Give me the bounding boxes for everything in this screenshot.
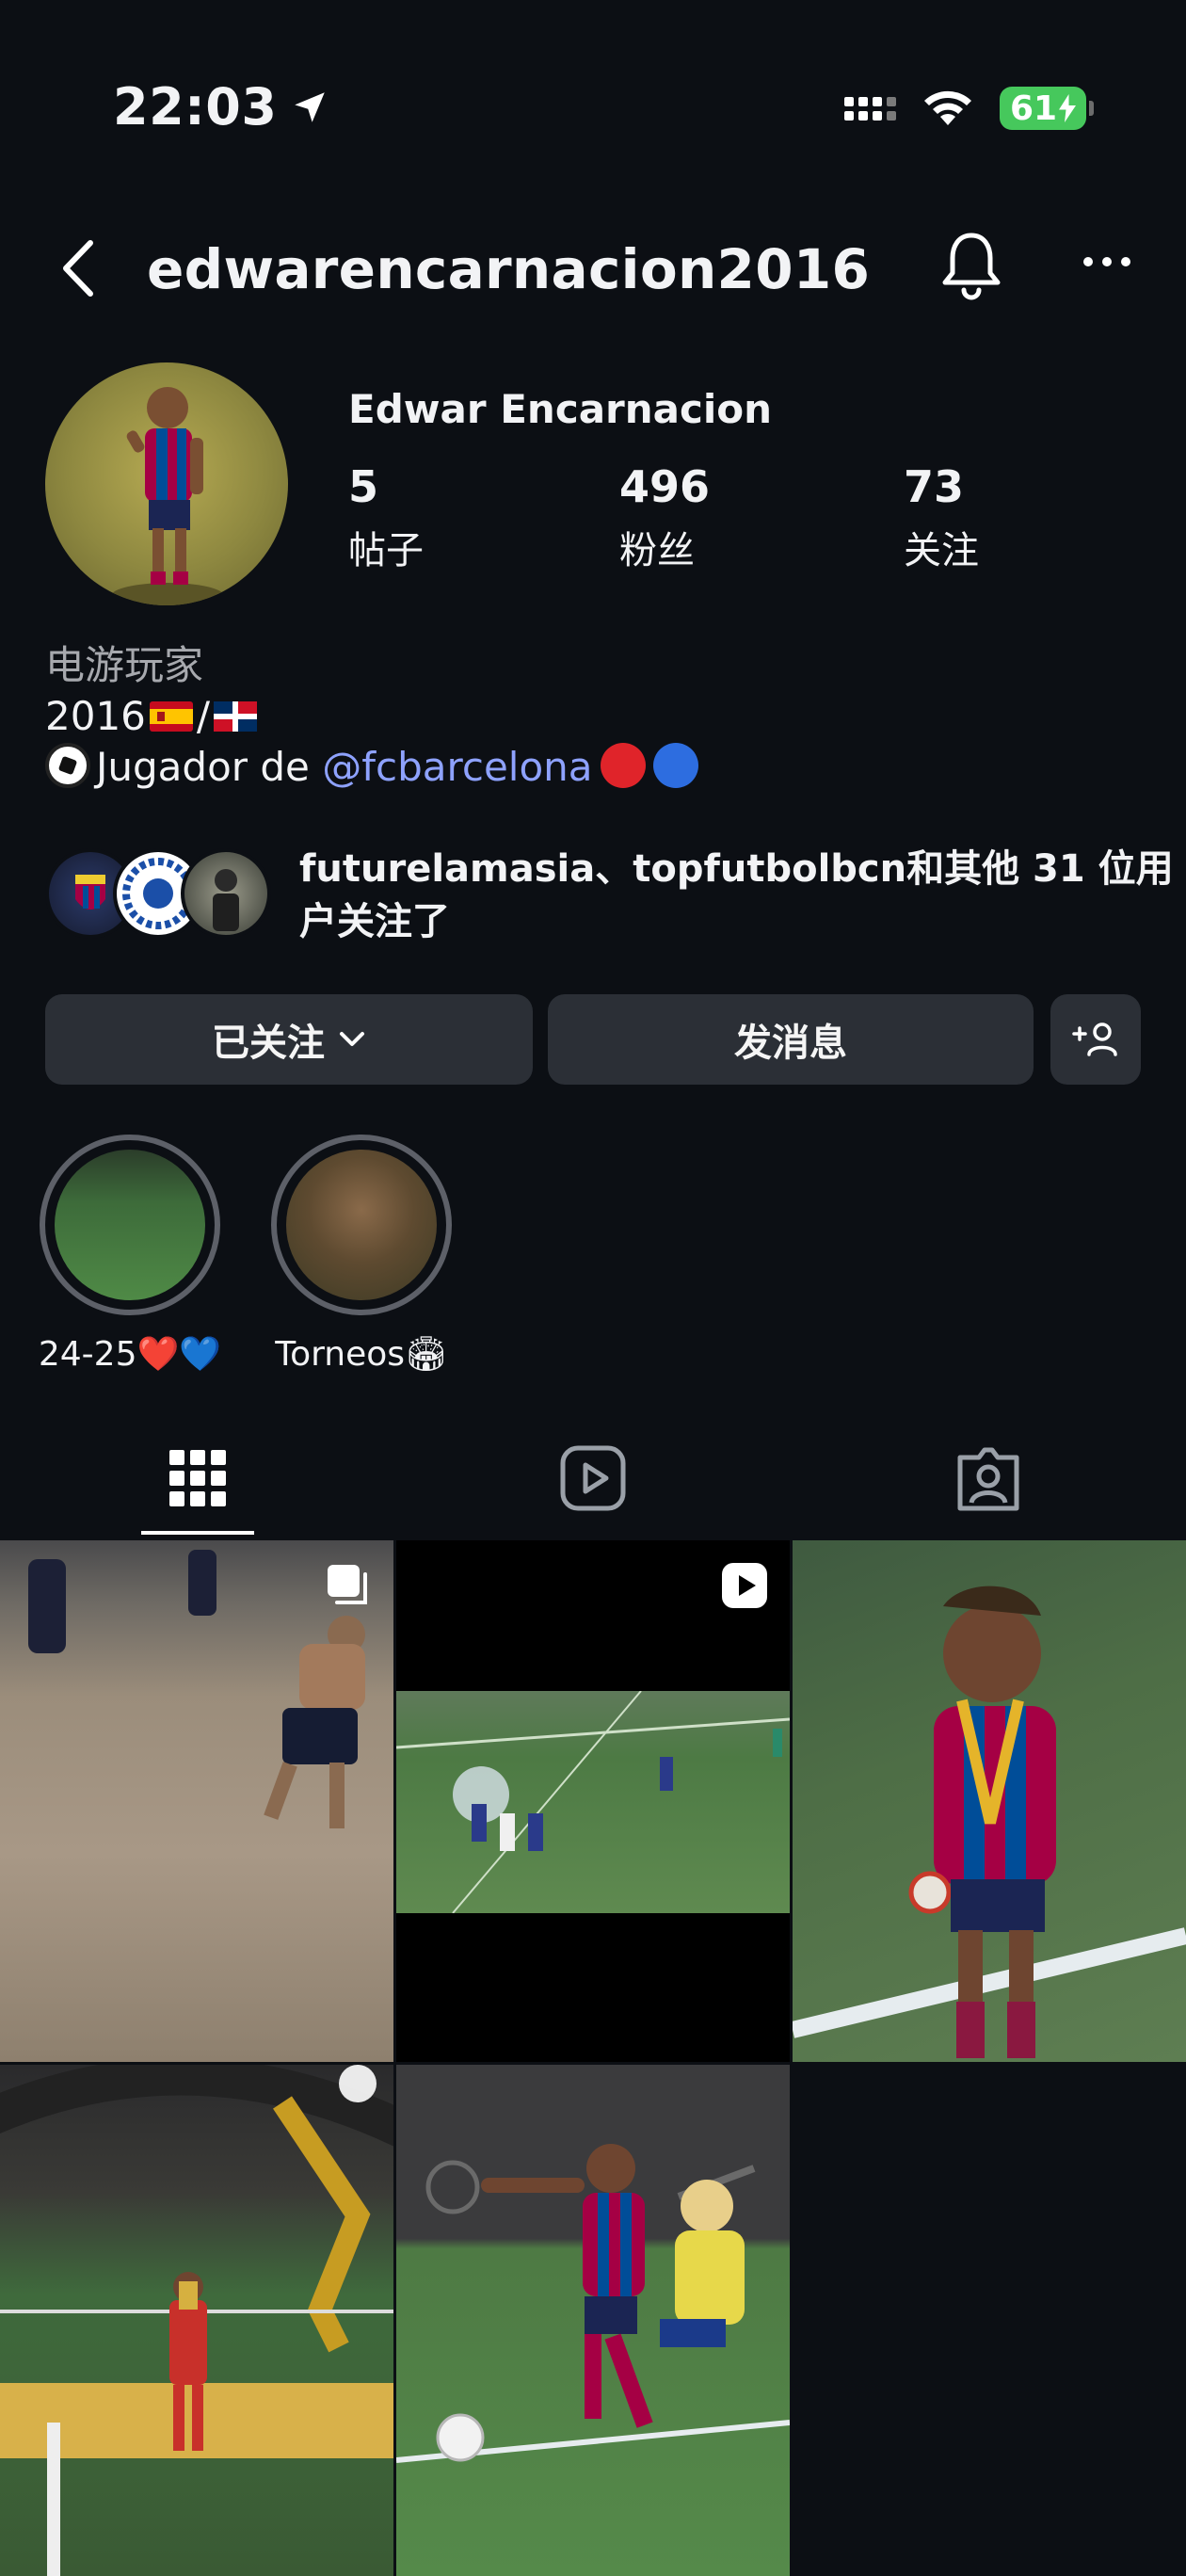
bio-mention-link[interactable]: @fcbarcelona xyxy=(322,744,592,790)
video-frame xyxy=(396,1690,790,1914)
profile-actions: 已关注 发消息 xyxy=(45,994,1141,1085)
profile-screen: 22:03 61 edwarencarnacion2016 Edwar Enca… xyxy=(0,0,1186,2576)
profile-bio: 电游玩家 2016/ Jugador de @fcbarcelona xyxy=(45,640,1137,793)
active-tab-indicator xyxy=(141,1531,254,1535)
location-arrow-icon xyxy=(295,91,326,122)
tagged-photos-icon[interactable] xyxy=(951,1441,1026,1516)
carousel-icon xyxy=(328,1565,367,1604)
followers-count: 496 xyxy=(619,461,711,512)
mutual-follower-avatars xyxy=(45,848,280,939)
chevron-down-icon xyxy=(340,1032,364,1046)
posts-grid xyxy=(0,1540,1186,2576)
charging-bolt-icon xyxy=(1059,94,1077,122)
post-thumbnail-3[interactable] xyxy=(793,1540,1186,2062)
add-person-icon xyxy=(1072,1022,1117,1056)
bio-line-year: 2016/ xyxy=(45,691,1137,742)
following-label: 关注 xyxy=(904,529,979,572)
bio-line-club: Jugador de @fcbarcelona xyxy=(45,742,1137,793)
followers-label: 粉丝 xyxy=(619,529,695,572)
notification-bell-icon[interactable] xyxy=(938,228,1005,303)
profile-username: edwarencarnacion2016 xyxy=(147,237,871,301)
back-arrow-icon[interactable] xyxy=(53,235,109,301)
mutual-followers[interactable]: futurelamasia、topfutbolbcn和其他 31 位用户关注了 xyxy=(45,843,1174,946)
highlight-label: 24-25❤️💙 xyxy=(38,1335,222,1374)
soccer-ball-icon xyxy=(45,743,90,788)
profile-stats: 5 帖子 496 粉丝 73 关注 xyxy=(348,461,1120,574)
profile-header: edwarencarnacion2016 xyxy=(0,217,1186,320)
video-icon xyxy=(722,1563,767,1608)
highlight-2[interactable]: Torneos🏟 xyxy=(267,1135,456,1374)
message-button[interactable]: 发消息 xyxy=(548,994,1034,1085)
posts-label: 帖子 xyxy=(348,529,424,572)
post-thumbnail-5[interactable] xyxy=(396,2065,790,2576)
profile-tabs xyxy=(0,1422,1186,1535)
post-thumbnail-2[interactable] xyxy=(396,1540,790,2062)
following-button[interactable]: 已关注 xyxy=(45,994,533,1085)
following-count: 73 xyxy=(904,461,965,512)
highlight-label: Torneos🏟 xyxy=(275,1335,448,1374)
grid-posts-icon[interactable] xyxy=(160,1441,235,1516)
highlight-cover xyxy=(286,1150,437,1300)
profile-avatar[interactable] xyxy=(45,362,288,605)
highlight-ring xyxy=(271,1135,452,1315)
wifi-icon xyxy=(924,90,971,125)
battery-icon: 61 xyxy=(1000,87,1094,130)
more-options-icon[interactable] xyxy=(1079,243,1135,281)
post-thumbnail-4[interactable] xyxy=(0,2065,393,2576)
red-circle-icon xyxy=(600,743,646,788)
bio-category: 电游玩家 xyxy=(45,642,204,688)
spain-flag-icon xyxy=(149,701,193,732)
highlight-1[interactable]: 24-25❤️💙 xyxy=(36,1135,224,1374)
posts-count: 5 xyxy=(348,461,379,512)
blue-circle-icon xyxy=(652,743,698,788)
highlight-cover xyxy=(55,1150,205,1300)
follower-avatar-3 xyxy=(181,848,271,939)
reels-icon[interactable] xyxy=(555,1441,631,1516)
suggest-people-button[interactable] xyxy=(1050,994,1141,1085)
dominican-flag-icon xyxy=(214,701,258,732)
status-icons: 61 xyxy=(844,87,1094,130)
mutual-followers-text: futurelamasia、topfutbolbcn和其他 31 位用户关注了 xyxy=(299,847,1174,943)
posts-stat[interactable]: 5 帖子 xyxy=(348,461,424,574)
post-thumbnail-1[interactable] xyxy=(0,1540,393,2062)
followers-stat[interactable]: 496 粉丝 xyxy=(619,461,710,574)
cellular-signal-icon xyxy=(844,96,896,121)
highlight-ring xyxy=(40,1135,220,1315)
status-time: 22:03 xyxy=(113,77,329,137)
profile-display-name: Edwar Encarnacion xyxy=(348,386,773,432)
following-stat[interactable]: 73 关注 xyxy=(904,461,979,574)
